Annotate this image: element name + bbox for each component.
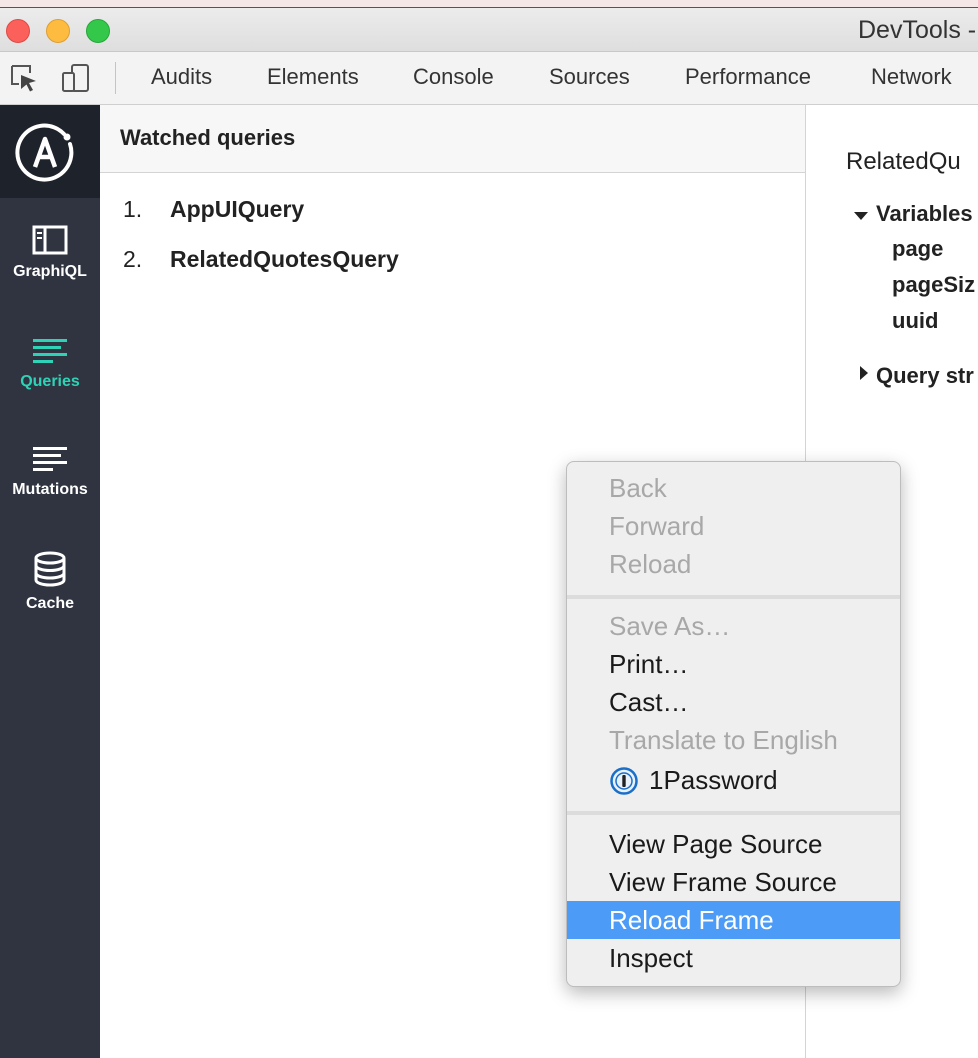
query-name: AppUIQuery: [170, 196, 305, 222]
menu-item-cast[interactable]: Cast…: [567, 683, 900, 721]
sidebar-item-graphiql[interactable]: GraphiQL: [0, 225, 100, 325]
variables-toggle[interactable]: Variables: [876, 201, 973, 227]
menu-item-1password[interactable]: 1Password: [567, 761, 900, 799]
list-item[interactable]: 1. AppUIQuery: [100, 190, 805, 230]
zoom-window-button[interactable]: [86, 19, 110, 43]
sidebar-item-label: Mutations: [12, 481, 88, 498]
query-number: 1.: [123, 196, 143, 222]
queries-icon: [33, 339, 67, 363]
tab-performance[interactable]: Performance: [685, 64, 811, 90]
menu-item-inspect[interactable]: Inspect: [567, 939, 900, 977]
menu-separator: [567, 595, 900, 599]
window-title: DevTools -: [858, 16, 977, 44]
apollo-logo-icon: [15, 123, 74, 182]
element-picker-icon[interactable]: [8, 62, 40, 94]
sidebar-item-queries[interactable]: Queries: [0, 337, 100, 437]
collapsed-triangle-icon[interactable]: [860, 366, 868, 380]
query-detail-title: RelatedQu: [846, 148, 961, 175]
apollo-sidebar: GraphiQL Queries Mutations Cache: [0, 105, 100, 1058]
expanded-triangle-icon[interactable]: [854, 212, 868, 220]
menu-item-reload: Reload: [609, 549, 692, 579]
menu-item-translate: Translate to English: [609, 725, 838, 755]
query-string-toggle[interactable]: Query str: [876, 363, 974, 389]
list-item[interactable]: 2. RelatedQuotesQuery: [100, 240, 805, 280]
minimize-window-button[interactable]: [46, 19, 70, 43]
tab-sources[interactable]: Sources: [549, 64, 630, 90]
toolbar-separator: [115, 62, 116, 94]
watched-queries-header: Watched queries: [100, 105, 805, 173]
1password-icon: [610, 767, 638, 795]
context-menu: Back Forward Reload Save As… Print… Cast…: [566, 461, 901, 987]
query-name: RelatedQuotesQuery: [170, 246, 399, 272]
close-window-button[interactable]: [6, 19, 30, 43]
panel-title: Watched queries: [120, 125, 296, 150]
menu-separator: [567, 811, 900, 815]
sidebar-item-cache[interactable]: Cache: [0, 551, 100, 651]
menu-item-save-as: Save As…: [609, 611, 731, 641]
tab-console[interactable]: Console: [413, 64, 494, 90]
window-top-edge: [0, 0, 978, 8]
tab-audits[interactable]: Audits: [151, 64, 212, 90]
database-icon: [34, 551, 66, 587]
menu-item-view-frame-source[interactable]: View Frame Source: [567, 863, 900, 901]
menu-item-reload-frame[interactable]: Reload Frame: [567, 901, 900, 939]
sidebar-item-label: Cache: [25, 595, 75, 612]
device-toggle-icon[interactable]: [60, 62, 92, 94]
menu-item-view-page-source[interactable]: View Page Source: [567, 825, 900, 863]
menu-item-print[interactable]: Print…: [567, 645, 900, 683]
variable-name: page: [892, 236, 944, 261]
variable-name: uuid: [892, 308, 939, 333]
sidebar-item-label: Queries: [20, 373, 80, 390]
query-number: 2.: [123, 246, 143, 272]
variable-name: pageSiz: [892, 272, 976, 297]
graphiql-icon: [32, 225, 68, 255]
window-titlebar: DevTools -: [0, 8, 978, 52]
menu-item-forward: Forward: [609, 511, 705, 541]
menu-item-back: Back: [609, 473, 667, 503]
tab-elements[interactable]: Elements: [267, 64, 359, 90]
menu-item-label: 1Password: [649, 765, 778, 795]
sidebar-item-label: GraphiQL: [13, 263, 87, 280]
apollo-logo: [0, 105, 100, 198]
mutations-icon: [33, 447, 67, 471]
sidebar-item-mutations[interactable]: Mutations: [0, 445, 100, 545]
tab-network[interactable]: Network: [871, 64, 952, 90]
devtools-toolbar: Audits Elements Console Sources Performa…: [0, 52, 978, 105]
